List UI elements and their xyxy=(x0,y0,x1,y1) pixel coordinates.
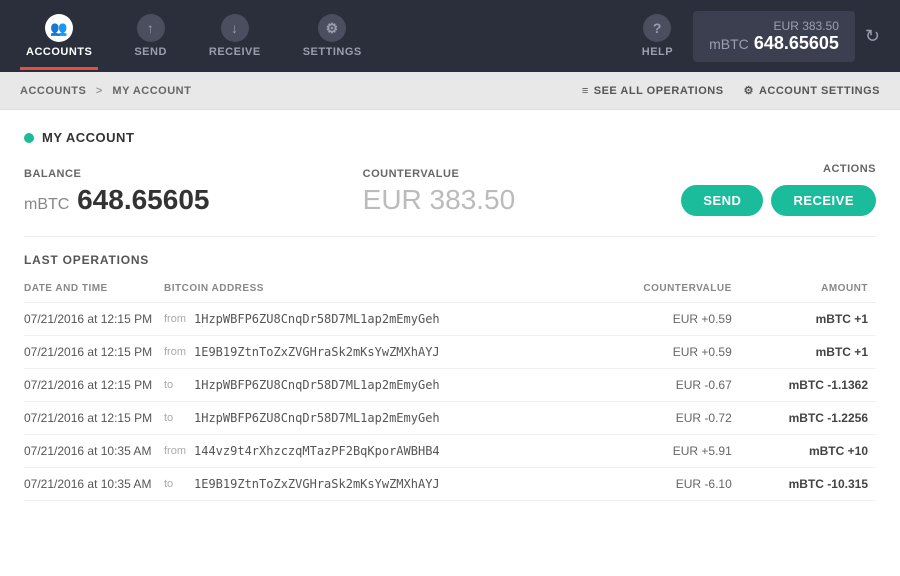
receive-icon: ↓ xyxy=(221,14,249,42)
col-amount: AMOUNT xyxy=(740,279,876,303)
balance-mbtc: mBTC 648.65605 xyxy=(709,33,839,54)
balance-section: BALANCE mBTC 648.65605 COUNTERVALUE EUR … xyxy=(24,163,876,216)
breadcrumb: ACCOUNTS > MY ACCOUNT xyxy=(20,85,582,97)
nav-label-receive: RECEIVE xyxy=(209,46,261,58)
op-amount: mBTC +1 xyxy=(740,336,876,369)
op-amount: mBTC +10 xyxy=(740,435,876,468)
nav-label-accounts: ACCOUNTS xyxy=(26,46,92,58)
op-address: 1E9B19ZtnToZxZVGHraSk2mKsYwZMXhAYJ xyxy=(194,468,589,501)
balance-mbtc-amount: 648.65605 xyxy=(77,184,209,215)
op-datetime: 07/21/2016 at 12:15 PM xyxy=(24,336,164,369)
op-address: 1HzpWBFP6ZU8CnqDr58D7ML1ap2mEmyGeh xyxy=(194,369,589,402)
balance-mbtc-unit: mBTC xyxy=(709,36,749,52)
countervalue-label: COUNTERVALUE xyxy=(363,168,682,180)
op-address: 144vz9t4rXhzczqMTazPF2BqKporAWBHB4 xyxy=(194,435,589,468)
account-name: MY ACCOUNT xyxy=(42,130,134,145)
balance-mbtc-value: 648.65605 xyxy=(754,33,839,53)
countervalue-column: COUNTERVALUE EUR 383.50 xyxy=(343,168,682,216)
op-direction: to xyxy=(164,402,194,435)
op-amount: mBTC -10.315 xyxy=(740,468,876,501)
table-row[interactable]: 07/21/2016 at 12:15 PM from 1HzpWBFP6ZU8… xyxy=(24,303,876,336)
balance-label: BALANCE xyxy=(24,168,343,180)
top-navigation: 👥 ACCOUNTS ↑ SEND ↓ RECEIVE ⚙ SETTINGS ?… xyxy=(0,0,900,72)
actions-column: ACTIONS SEND RECEIVE xyxy=(681,163,876,216)
nav-label-send: SEND xyxy=(134,46,167,58)
op-direction: from xyxy=(164,435,194,468)
op-direction: from xyxy=(164,336,194,369)
op-datetime: 07/21/2016 at 12:15 PM xyxy=(24,369,164,402)
op-amount: mBTC -1.1362 xyxy=(740,369,876,402)
nav-item-accounts[interactable]: 👥 ACCOUNTS xyxy=(20,6,98,66)
op-datetime: 07/21/2016 at 10:35 AM xyxy=(24,468,164,501)
col-datetime: DATE AND TIME xyxy=(24,279,164,303)
breadcrumb-my-account: MY ACCOUNT xyxy=(112,85,191,97)
table-row[interactable]: 07/21/2016 at 12:15 PM from 1E9B19ZtnToZ… xyxy=(24,336,876,369)
op-address: 1E9B19ZtnToZxZVGHraSk2mKsYwZMXhAYJ xyxy=(194,336,589,369)
breadcrumb-bar: ACCOUNTS > MY ACCOUNT ≡ SEE ALL OPERATIO… xyxy=(0,72,900,110)
op-countervalue: EUR -0.72 xyxy=(589,402,739,435)
op-address: 1HzpWBFP6ZU8CnqDr58D7ML1ap2mEmyGeh xyxy=(194,402,589,435)
op-countervalue: EUR +0.59 xyxy=(589,303,739,336)
balance-display: EUR 383.50 mBTC 648.65605 xyxy=(693,11,855,62)
breadcrumb-actions: ≡ SEE ALL OPERATIONS ⚙ ACCOUNT SETTINGS xyxy=(582,84,880,97)
accounts-icon: 👥 xyxy=(45,14,73,42)
main-content: MY ACCOUNT BALANCE mBTC 648.65605 COUNTE… xyxy=(0,110,900,576)
op-countervalue: EUR +0.59 xyxy=(589,336,739,369)
nav-item-help[interactable]: ? HELP xyxy=(642,14,673,58)
account-status-dot xyxy=(24,133,34,143)
nav-item-settings[interactable]: ⚙ SETTINGS xyxy=(297,6,368,66)
last-operations-title: LAST OPERATIONS xyxy=(24,236,876,267)
list-icon: ≡ xyxy=(582,85,589,97)
receive-button[interactable]: RECEIVE xyxy=(771,185,876,216)
op-countervalue: EUR -0.67 xyxy=(589,369,739,402)
nav-label-help: HELP xyxy=(642,46,673,58)
op-datetime: 07/21/2016 at 12:15 PM xyxy=(24,402,164,435)
send-icon: ↑ xyxy=(137,14,165,42)
op-datetime: 07/21/2016 at 12:15 PM xyxy=(24,303,164,336)
send-button[interactable]: SEND xyxy=(681,185,763,216)
nav-item-send[interactable]: ↑ SEND xyxy=(128,6,173,66)
op-direction: from xyxy=(164,303,194,336)
account-title-row: MY ACCOUNT xyxy=(24,130,876,145)
nav-label-settings: SETTINGS xyxy=(303,46,362,58)
settings-icon: ⚙ xyxy=(318,14,346,42)
op-address: 1HzpWBFP6ZU8CnqDr58D7ML1ap2mEmyGeh xyxy=(194,303,589,336)
table-row[interactable]: 07/21/2016 at 10:35 AM to 1E9B19ZtnToZxZ… xyxy=(24,468,876,501)
balance-value: mBTC 648.65605 xyxy=(24,184,343,216)
op-amount: mBTC +1 xyxy=(740,303,876,336)
operations-table: DATE AND TIME BITCOIN ADDRESS COUNTERVAL… xyxy=(24,279,876,501)
countervalue-value: EUR 383.50 xyxy=(363,184,682,216)
refresh-icon[interactable]: ↻ xyxy=(865,26,880,47)
gear-icon: ⚙ xyxy=(744,84,754,97)
help-icon: ? xyxy=(643,14,671,42)
action-buttons: SEND RECEIVE xyxy=(681,185,876,216)
breadcrumb-separator: > xyxy=(96,85,103,97)
breadcrumb-accounts[interactable]: ACCOUNTS xyxy=(20,85,86,97)
balance-column: BALANCE mBTC 648.65605 xyxy=(24,168,343,216)
balance-eur: EUR 383.50 xyxy=(709,19,839,33)
op-countervalue: EUR +5.91 xyxy=(589,435,739,468)
table-row[interactable]: 07/21/2016 at 10:35 AM from 144vz9t4rXhz… xyxy=(24,435,876,468)
op-direction: to xyxy=(164,468,194,501)
op-amount: mBTC -1.2256 xyxy=(740,402,876,435)
op-datetime: 07/21/2016 at 10:35 AM xyxy=(24,435,164,468)
balance-mbtc-unit: mBTC xyxy=(24,196,69,213)
see-all-operations-link[interactable]: ≡ SEE ALL OPERATIONS xyxy=(582,85,724,97)
table-row[interactable]: 07/21/2016 at 12:15 PM to 1HzpWBFP6ZU8Cn… xyxy=(24,369,876,402)
actions-label: ACTIONS xyxy=(823,163,876,175)
op-direction: to xyxy=(164,369,194,402)
table-row[interactable]: 07/21/2016 at 12:15 PM to 1HzpWBFP6ZU8Cn… xyxy=(24,402,876,435)
col-countervalue: COUNTERVALUE xyxy=(589,279,739,303)
op-countervalue: EUR -6.10 xyxy=(589,468,739,501)
col-address: BITCOIN ADDRESS xyxy=(164,279,589,303)
account-settings-link[interactable]: ⚙ ACCOUNT SETTINGS xyxy=(744,84,880,97)
nav-item-receive[interactable]: ↓ RECEIVE xyxy=(203,6,267,66)
